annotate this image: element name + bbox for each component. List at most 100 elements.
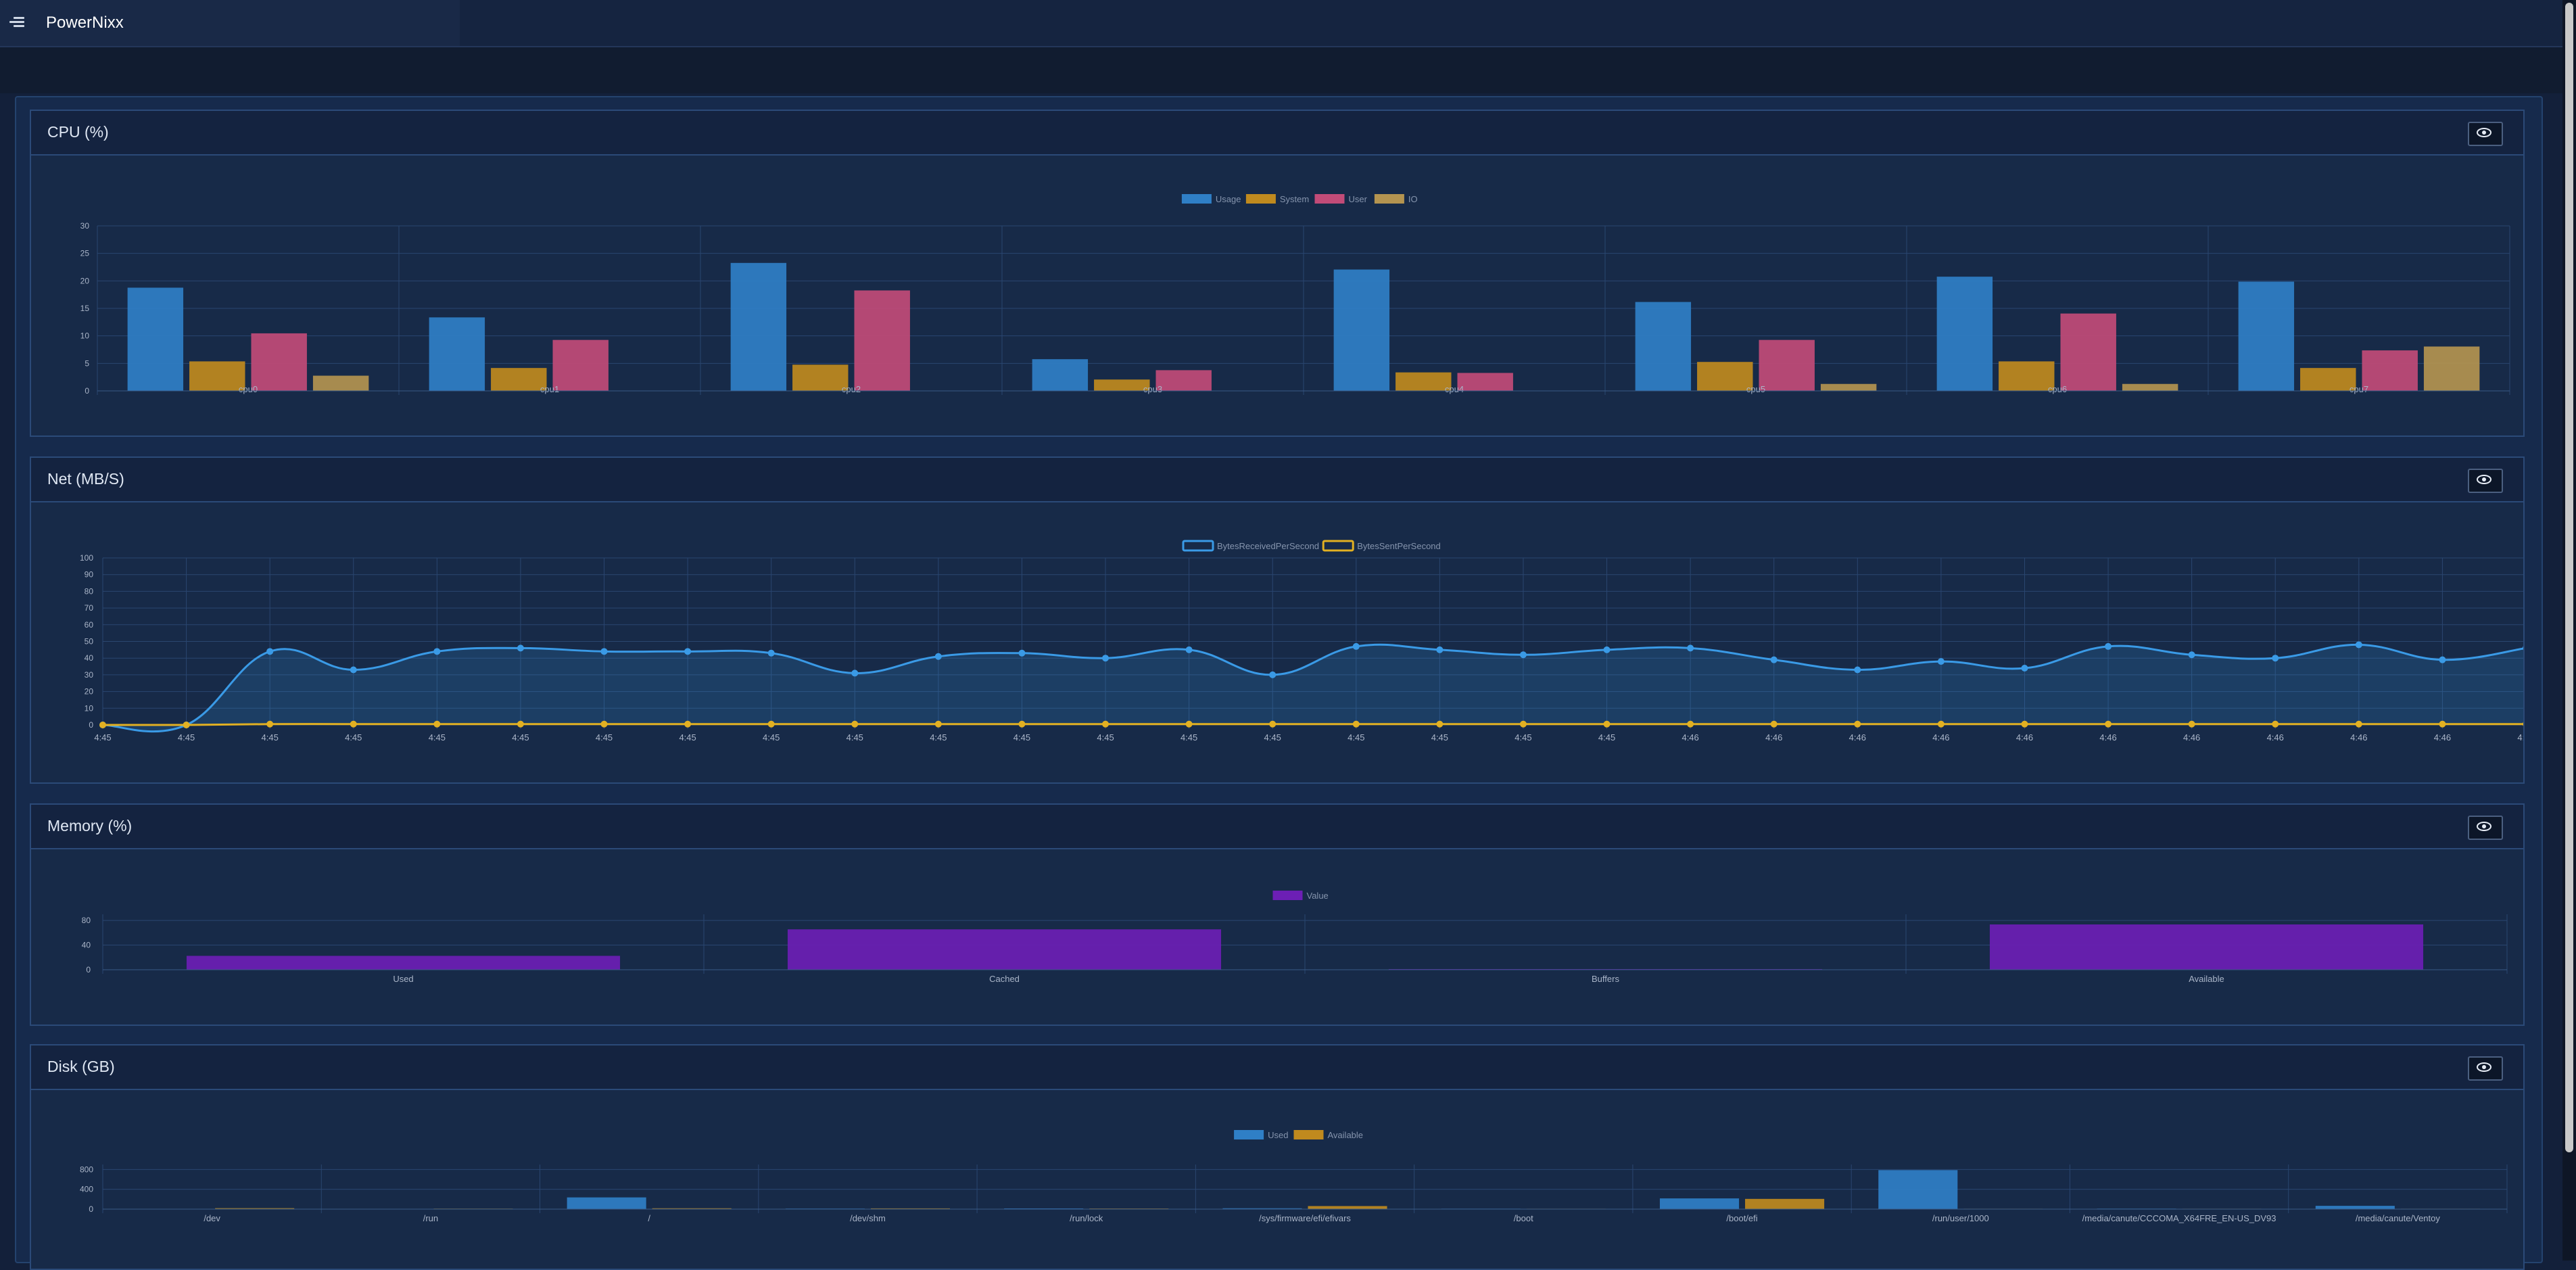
bar-cpu1-usage [429, 318, 484, 391]
x-tick-label-9: 4:45 [846, 732, 863, 743]
point-BytesSentPerSecond-5 [517, 721, 524, 728]
point-BytesReceivedPerSecond-19 [1687, 644, 1694, 651]
bar-bootefi-used [1660, 1199, 1738, 1209]
net-panel-header: Net (MB/S) [31, 458, 2523, 502]
disk-panel-title: Disk (GB) [47, 1058, 115, 1076]
x-tick-label-5: 4:45 [512, 732, 529, 743]
x-tick-label-5: cpu5 [1746, 384, 1765, 394]
point-BytesReceivedPerSecond-17 [1520, 651, 1527, 658]
y-tick-label-0: 0 [85, 386, 89, 396]
memory-visibility-toggle[interactable] [2468, 816, 2503, 840]
point-BytesReceivedPerSecond-5 [517, 644, 524, 651]
bar-cpu4-user [1458, 373, 1512, 391]
point-BytesReceivedPerSecond-15 [1353, 643, 1360, 650]
bar-runuser1000-used [1879, 1171, 1957, 1209]
legend-label-0: BytesReceivedPerSecond [1217, 541, 1319, 551]
x-tick-label-24: 4:46 [2099, 732, 2116, 743]
x-tick-label-0: cpu0 [239, 384, 258, 394]
x-tick-label-6: cpu6 [2048, 384, 2067, 394]
legend-swatch-0 [1183, 541, 1213, 550]
point-BytesSentPerSecond-25 [2189, 721, 2195, 728]
x-tick-label-13: 4:45 [1180, 732, 1197, 743]
net-visibility-toggle[interactable] [2468, 469, 2503, 493]
point-BytesSentPerSecond-24 [2105, 721, 2112, 728]
y-tick-label-8: 80 [85, 586, 94, 596]
point-BytesSentPerSecond-2 [266, 721, 273, 728]
x-tick-label-20: 4:46 [1765, 732, 1782, 743]
net-panel: Net (MB/S) BytesReceivedPerSecond BytesSe… [30, 456, 2525, 784]
point-BytesSentPerSecond-22 [1938, 721, 1945, 728]
y-tick-label-5: 50 [85, 637, 94, 646]
x-tick-label-7: 4:45 [679, 732, 696, 743]
eye-icon [2468, 469, 2500, 490]
y-tick-label-4: 40 [85, 653, 94, 663]
bar-cpu2-user [855, 291, 909, 391]
y-tick-label-1: 5 [85, 358, 89, 368]
disk-panel: Disk (GB) UsedAvailable0400800/dev/run//… [30, 1044, 2525, 1270]
disk-panel-header: Disk (GB) [31, 1045, 2523, 1090]
cpu-panel: CPU (%) UsageSystemUserIO051015202530cpu… [30, 110, 2525, 437]
point-BytesReceivedPerSecond-28 [2439, 657, 2446, 663]
x-tick-label-2: cpu2 [842, 384, 861, 394]
sidebar-toggle-icon[interactable] [7, 15, 24, 30]
bar-cpu6-usage [1937, 277, 1992, 391]
point-BytesSentPerSecond-12 [1102, 721, 1109, 728]
x-tick-label-0: 4:45 [94, 732, 111, 743]
x-tick-label-4: 4:45 [429, 732, 446, 743]
bar-sysfirmwareefiefivars-available [1308, 1206, 1387, 1209]
cpu-visibility-toggle[interactable] [2468, 122, 2503, 146]
point-BytesReceivedPerSecond-13 [1186, 646, 1193, 653]
memory-panel-header: Memory (%) [31, 805, 2523, 849]
bar-cpu7-user [2362, 351, 2417, 391]
legend-swatch-1 [1323, 541, 1353, 550]
y-tick-label-7: 70 [85, 603, 94, 613]
x-tick-label-26: 4:46 [2267, 732, 2284, 743]
point-BytesReceivedPerSecond-8 [768, 650, 775, 657]
point-BytesReceivedPerSecond-6 [601, 648, 608, 655]
point-BytesReceivedPerSecond-25 [2189, 651, 2195, 658]
point-BytesReceivedPerSecond-2 [266, 648, 273, 655]
series-area-0 [103, 644, 2523, 731]
x-tick-label-11: 4:45 [1013, 732, 1030, 743]
y-tick-label-2: 10 [80, 331, 90, 341]
bar-cpu0-system [190, 362, 245, 391]
y-tick-label-1: 10 [85, 703, 94, 713]
cpu-panel-title: CPU (%) [47, 123, 109, 141]
legend-swatch-1 [1246, 194, 1276, 204]
bar-cpu3-usage [1032, 360, 1087, 391]
bar-Cached-value [788, 930, 1220, 970]
bar-cpu5-user [1759, 340, 1814, 391]
x-tick-label-0: /dev [204, 1213, 220, 1223]
point-BytesSentPerSecond-17 [1520, 721, 1527, 728]
x-tick-label-15: 4:45 [1347, 732, 1364, 743]
y-tick-label-0: 0 [89, 1204, 93, 1214]
point-BytesSentPerSecond-18 [1604, 721, 1611, 728]
cpu-chart: UsageSystemUserIO051015202530cpu0cpu1cpu… [31, 156, 2523, 433]
x-tick-label-7: cpu7 [2350, 384, 2368, 394]
point-BytesReceivedPerSecond-12 [1102, 655, 1109, 661]
point-BytesSentPerSecond-19 [1687, 721, 1694, 728]
x-tick-label-1: 4:45 [178, 732, 195, 743]
x-tick-label-8: 4:45 [763, 732, 780, 743]
disk-chart: UsedAvailable0400800/dev/run//dev/shm/ru… [31, 1090, 2523, 1266]
legend-label-1: BytesSentPerSecond [1357, 541, 1441, 551]
point-BytesSentPerSecond-16 [1436, 721, 1443, 728]
scrollbar-thumb[interactable] [2565, 3, 2573, 1152]
bar-Used-value [187, 956, 619, 970]
legend-label-1: Available [1328, 1130, 1364, 1140]
bar-cpu4-system [1396, 373, 1451, 391]
x-tick-label-10: 4:45 [930, 732, 947, 743]
page-scrollbar[interactable] [2562, 0, 2576, 1261]
x-tick-label-25: 4:46 [2183, 732, 2200, 743]
disk-visibility-toggle[interactable] [2468, 1056, 2503, 1081]
bar-cpu5-usage [1636, 302, 1690, 391]
x-tick-label-8: /run/user/1000 [1932, 1213, 1989, 1223]
y-tick-label-3: 15 [80, 304, 90, 313]
x-tick-label-23: 4:46 [2016, 732, 2033, 743]
bar-cpu6-user [2061, 314, 2116, 391]
sub-header [0, 47, 2562, 93]
point-BytesSentPerSecond-4 [433, 721, 440, 728]
x-tick-label-29: 4:46 [2517, 732, 2523, 743]
x-tick-label-6: /boot [1514, 1213, 1533, 1223]
x-tick-label-3: /dev/shm [850, 1213, 886, 1223]
